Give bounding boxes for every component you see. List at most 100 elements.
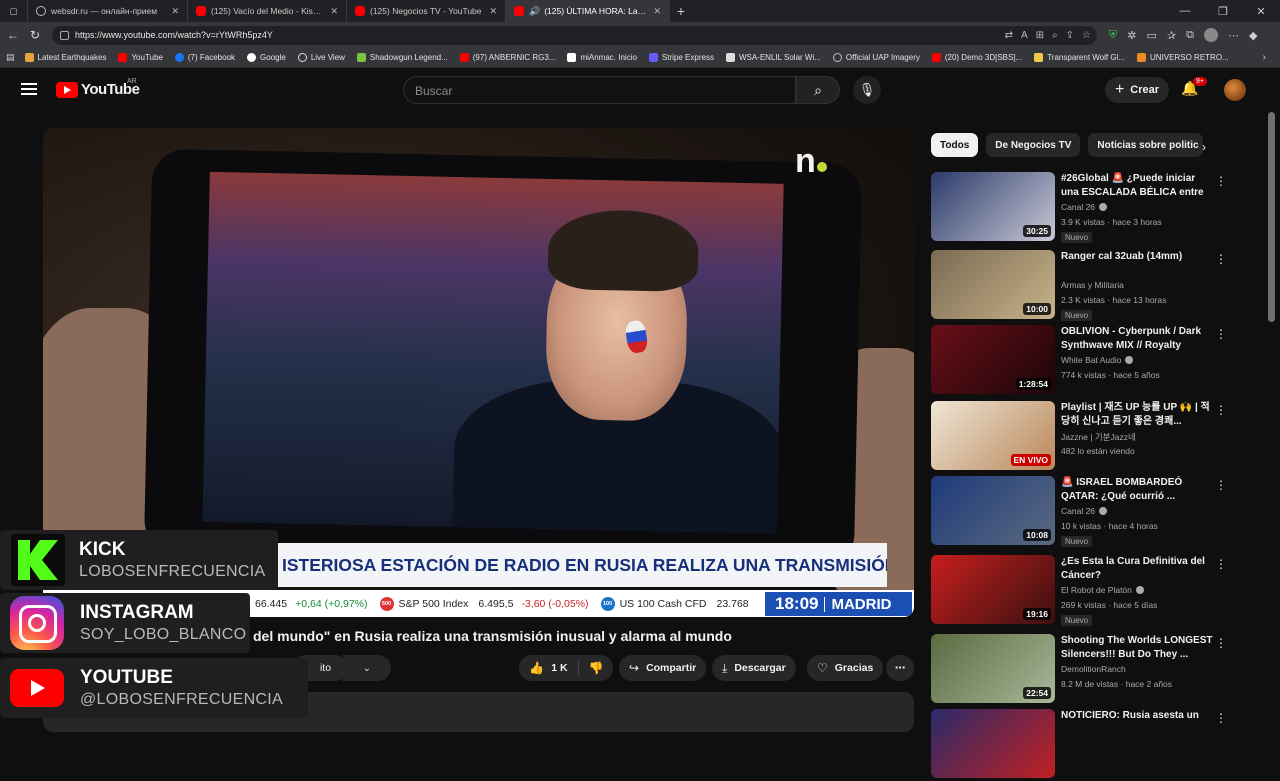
recommendation-title[interactable]: Ranger cal 32uab (14mm) xyxy=(1061,250,1213,264)
video-thumbnail[interactable]: EN VIVO xyxy=(931,401,1055,470)
tab-websdr[interactable]: websdr.ru — онлайн-прием ✕ xyxy=(28,0,188,22)
avatar[interactable] xyxy=(1224,79,1246,101)
speaker-icon[interactable]: 🔊 xyxy=(529,6,540,17)
minimize-icon[interactable]: — xyxy=(1166,0,1204,22)
chevron-right-icon[interactable]: › xyxy=(1263,52,1266,63)
more-menu-icon[interactable]: ⋯ xyxy=(1228,29,1239,42)
recommendation-title[interactable]: 🚨 ISRAEL BOMBARDEÓ QATAR: ¿Qué ocurrió .… xyxy=(1061,476,1213,504)
zoom-icon[interactable]: ⌕ xyxy=(1052,30,1058,41)
share-button[interactable]: ↪ Compartir xyxy=(619,655,707,681)
profile-avatar[interactable] xyxy=(1203,28,1218,42)
bookmark-item[interactable]: YouTube xyxy=(118,53,163,62)
site-info-icon[interactable] xyxy=(60,30,69,40)
bookmark-item[interactable]: Stripe Express xyxy=(648,53,714,62)
recommendation-title[interactable]: Shooting The Worlds LONGEST Silencers!!!… xyxy=(1061,634,1213,662)
recommendation-title[interactable]: ¿Es Esta la Cura Definitiva del Cáncer? xyxy=(1061,555,1213,583)
more-actions-button[interactable]: ⋯ xyxy=(886,655,914,681)
video-thumbnail[interactable]: 30:25 xyxy=(931,172,1055,241)
youtube-logo[interactable]: YouTube AR xyxy=(56,78,140,98)
recommendation-item[interactable]: 30:25 #26Global 🚨 ¿Puede iniciar una ESCA… xyxy=(931,172,1271,244)
restore-icon[interactable]: ❐ xyxy=(1204,0,1242,22)
more-vertical-icon[interactable]: ⋮ xyxy=(1215,174,1227,188)
extensions-icon[interactable]: ✲ xyxy=(1127,29,1136,42)
close-tab-icon[interactable]: ✕ xyxy=(489,6,497,17)
close-tab-icon[interactable]: ✕ xyxy=(330,6,338,17)
more-vertical-icon[interactable]: ⋮ xyxy=(1215,403,1227,417)
more-vertical-icon[interactable]: ⋮ xyxy=(1215,557,1227,571)
bookmark-item[interactable]: Official UAP Imagery xyxy=(832,53,920,62)
address-bar[interactable]: https://www.youtube.com/watch?v=rYtWRh5p… xyxy=(52,25,1097,45)
chip-todos[interactable]: Todos xyxy=(931,133,979,157)
bookmark-item[interactable]: Shadowgun Legend... xyxy=(356,53,448,62)
recommendation-item[interactable]: 10:08 🚨 ISRAEL BOMBARDEÓ QATAR: ¿Qué ocur… xyxy=(931,476,1271,548)
bookmark-item[interactable]: (20) Demo 3D[SBS]... xyxy=(931,53,1022,62)
favorite-star-icon[interactable]: ☆ xyxy=(1082,30,1091,41)
channel-name[interactable]: Jazzne | 기분Jazz네 xyxy=(1061,431,1136,443)
bookmark-item[interactable]: Latest Earthquakes xyxy=(24,53,106,62)
video-thumbnail[interactable]: 19:16 xyxy=(931,555,1055,624)
read-aloud-icon[interactable]: A xyxy=(1021,30,1028,41)
channel-name[interactable]: Armas y Militaria xyxy=(1061,280,1124,290)
more-vertical-icon[interactable]: ⋮ xyxy=(1215,636,1227,650)
reload-icon[interactable]: ↻ xyxy=(24,28,46,42)
chevron-down-icon[interactable]: ⌄ xyxy=(343,655,391,681)
video-thumbnail[interactable] xyxy=(931,709,1055,778)
tab-actions-button[interactable]: ▢ xyxy=(0,0,28,22)
tab-vacio-del-medio[interactable]: (125) Vacío del Medio - Kish (ÁLB ✕ xyxy=(188,0,347,22)
new-tab-button[interactable]: + xyxy=(670,3,692,19)
channel-name[interactable]: El Robot de Platón xyxy=(1061,585,1144,595)
share-icon[interactable]: ⇪ xyxy=(1066,30,1074,41)
more-vertical-icon[interactable]: ⋮ xyxy=(1215,252,1227,266)
search-icon[interactable]: ⌕ xyxy=(796,76,840,104)
recommendation-item[interactable]: EN VIVO Playlist | 재즈 UP 능률 UP 🙌 | 적당히 신나… xyxy=(931,401,1271,473)
bookmark-item[interactable]: Transparent Wolf Gl... xyxy=(1034,53,1125,62)
bookmark-item[interactable]: UNIVERSO RETRO... xyxy=(1137,53,1229,62)
channel-name[interactable]: White Bat Audio xyxy=(1061,355,1134,365)
close-tab-icon[interactable]: ✕ xyxy=(653,6,661,17)
collections-icon[interactable]: ⧉ xyxy=(1186,29,1194,42)
more-vertical-icon[interactable]: ⋮ xyxy=(1215,711,1227,725)
recommendation-title[interactable]: #26Global 🚨 ¿Puede iniciar una ESCALADA … xyxy=(1061,172,1213,201)
recommendation-item[interactable]: 19:16 ¿Es Esta la Cura Definitiva del Cán… xyxy=(931,555,1271,627)
chevron-right-icon[interactable]: › xyxy=(1202,140,1206,154)
microphone-icon[interactable]: 🎙 xyxy=(853,76,881,104)
bookmark-item[interactable]: Google xyxy=(247,53,286,62)
menu-icon[interactable] xyxy=(21,83,37,95)
dislike-button[interactable]: 👎 xyxy=(579,661,613,675)
thanks-button[interactable]: ♡ Gracias xyxy=(807,655,884,681)
more-vertical-icon[interactable]: ⋮ xyxy=(1215,478,1227,492)
bookmark-item[interactable]: WSA-ENLIL Solar Wi... xyxy=(725,53,821,62)
back-arrow-icon[interactable]: ← xyxy=(2,28,24,42)
recommendation-item[interactable]: 1:28:54 OBLIVION - Cyberpunk / Dark Synth… xyxy=(931,325,1271,397)
bookmark-item[interactable]: (7) Facebook xyxy=(174,53,235,62)
close-tab-icon[interactable]: ✕ xyxy=(171,6,179,17)
translate-icon[interactable]: ⇄ xyxy=(1005,30,1013,41)
recommendation-item[interactable]: 22:54 Shooting The Worlds LONGEST Silence… xyxy=(931,634,1271,706)
channel-name[interactable]: Canal 26 xyxy=(1061,202,1108,212)
copilot-icon[interactable]: ◆ xyxy=(1249,29,1257,42)
bookmark-item[interactable]: Live View xyxy=(297,53,345,62)
tab-ultima-hora[interactable]: 🔊 (125) ÚLTIMA HORA: La "radio ✕ xyxy=(506,0,670,22)
recommendation-title[interactable]: NOTICIERO: Rusia asesta un xyxy=(1061,709,1213,723)
download-button[interactable]: ⤓ Descargar xyxy=(712,655,796,681)
shield-extension-icon[interactable]: ⛨ xyxy=(1109,29,1117,42)
video-thumbnail[interactable]: 10:08 xyxy=(931,476,1055,545)
tab-negocios-tv[interactable]: (125) Negocios TV - YouTube ✕ xyxy=(347,0,506,22)
create-button[interactable]: + Crear xyxy=(1105,77,1169,103)
favorites-icon[interactable]: ✰ xyxy=(1167,29,1176,42)
recommendation-title[interactable]: OBLIVION - Cyberpunk / Dark Synthwave MI… xyxy=(1061,325,1213,354)
chip-de-negocios-tv[interactable]: De Negocios TV xyxy=(986,133,1081,157)
like-button[interactable]: 👍 1 K xyxy=(519,660,579,676)
chip-noticias-politica[interactable]: Noticias sobre politic xyxy=(1088,133,1204,157)
bookmark-item[interactable]: (97) ANBERNIC RG3... xyxy=(459,53,555,62)
channel-name[interactable]: Canal 26 xyxy=(1061,506,1108,516)
bookmarks-menu-icon[interactable]: ▤ xyxy=(6,52,15,63)
apps-icon[interactable]: ⊞ xyxy=(1036,30,1044,41)
video-thumbnail[interactable]: 10:00 xyxy=(931,250,1055,319)
channel-name[interactable]: DemolitionRanch xyxy=(1061,664,1126,674)
video-thumbnail[interactable]: 22:54 xyxy=(931,634,1055,703)
recommendation-item[interactable]: 10:00 Ranger cal 32uab (14mm) Armas y Mili… xyxy=(931,250,1271,322)
split-screen-icon[interactable]: ▭ xyxy=(1146,29,1156,42)
search-input[interactable]: Buscar xyxy=(403,76,796,104)
recommendation-title[interactable]: Playlist | 재즈 UP 능률 UP 🙌 | 적당히 신나고 듣기 좋은… xyxy=(1061,401,1213,429)
